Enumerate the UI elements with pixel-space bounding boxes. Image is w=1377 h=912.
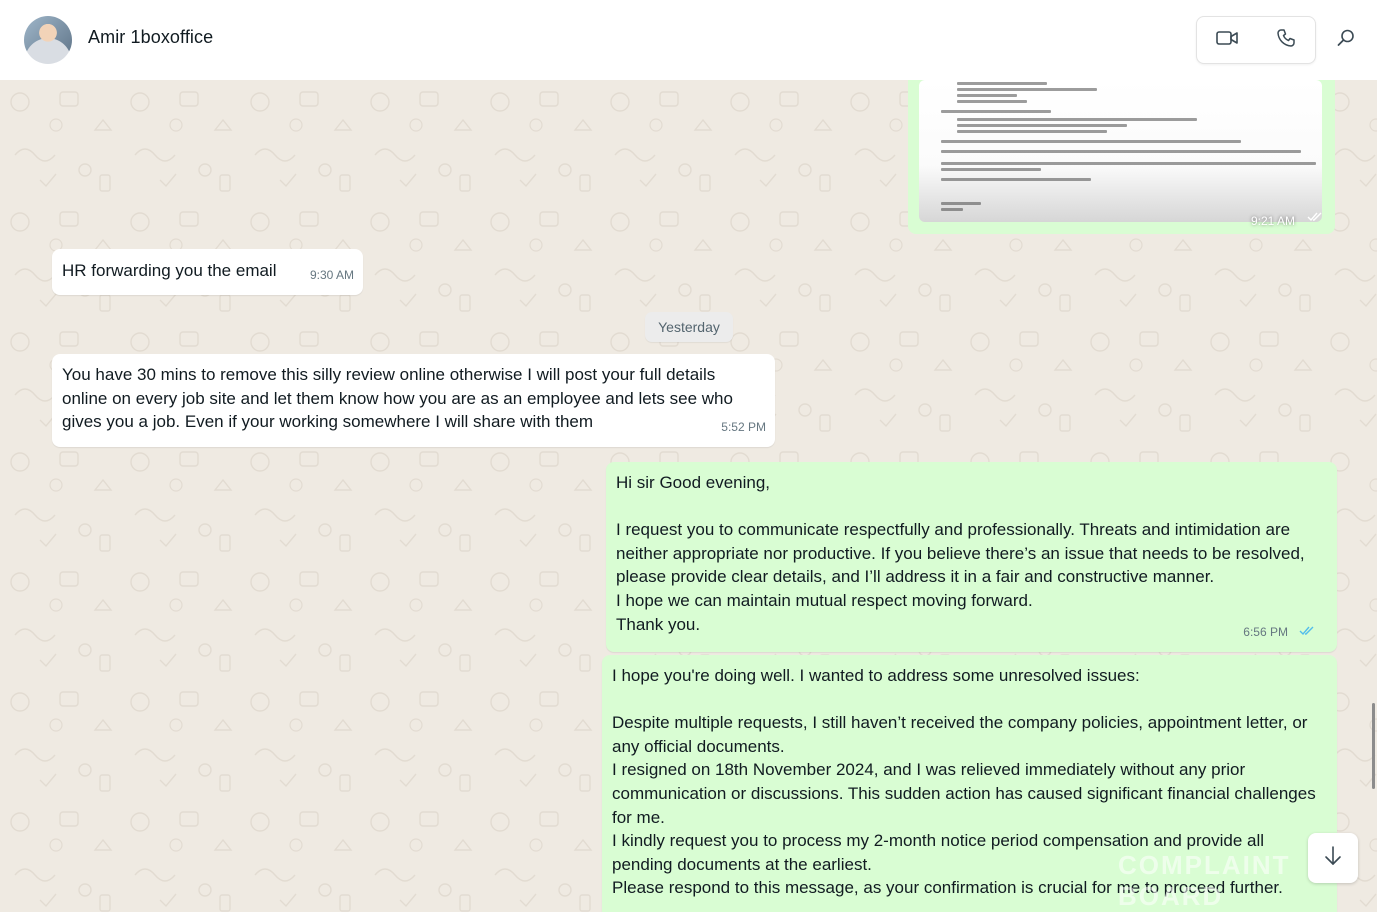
- phone-icon: [1276, 28, 1296, 53]
- message-time: 9:30 AM: [309, 268, 354, 283]
- incoming-message[interactable]: HR forwarding you the email 9:30 AM: [52, 249, 363, 295]
- scroll-to-bottom-button[interactable]: [1308, 833, 1358, 883]
- video-call-button[interactable]: [1197, 17, 1256, 63]
- read-ticks-icon: [1299, 619, 1315, 643]
- incoming-message[interactable]: You have 30 mins to remove this silly re…: [52, 354, 775, 447]
- video-camera-icon: [1215, 29, 1238, 52]
- voice-call-button[interactable]: [1256, 17, 1315, 63]
- document-image[interactable]: [919, 80, 1322, 222]
- message-time: 9:21 AM: [1250, 214, 1295, 228]
- message-time: 5:52 PM: [721, 420, 766, 435]
- message-text: I hope you're doing well. I wanted to ad…: [612, 666, 1316, 898]
- message-time: 6:56 PM: [1243, 625, 1288, 640]
- arrow-down-icon: [1323, 845, 1343, 872]
- search-icon: [1336, 28, 1356, 53]
- outgoing-message[interactable]: Hi sir Good evening, I request you to co…: [606, 462, 1337, 652]
- scrollbar[interactable]: [1372, 703, 1375, 789]
- image-message[interactable]: 9:21 AM: [908, 80, 1335, 234]
- chat-area[interactable]: 9:21 AM HR forwarding you the email 9:30…: [0, 80, 1377, 912]
- read-ticks-icon: [1307, 209, 1323, 227]
- outgoing-message[interactable]: I hope you're doing well. I wanted to ad…: [602, 655, 1337, 912]
- contact-name[interactable]: Amir 1boxoffice: [88, 27, 213, 48]
- search-button[interactable]: [1330, 24, 1362, 56]
- message-text: You have 30 mins to remove this silly re…: [62, 365, 738, 432]
- date-separator: Yesterday: [645, 312, 733, 342]
- chat-header: Amir 1boxoffice: [0, 0, 1377, 80]
- call-buttons-group: [1196, 16, 1316, 64]
- avatar[interactable]: [24, 16, 72, 64]
- message-text: HR forwarding you the email: [62, 261, 277, 280]
- message-text: Hi sir Good evening, I request you to co…: [616, 473, 1305, 634]
